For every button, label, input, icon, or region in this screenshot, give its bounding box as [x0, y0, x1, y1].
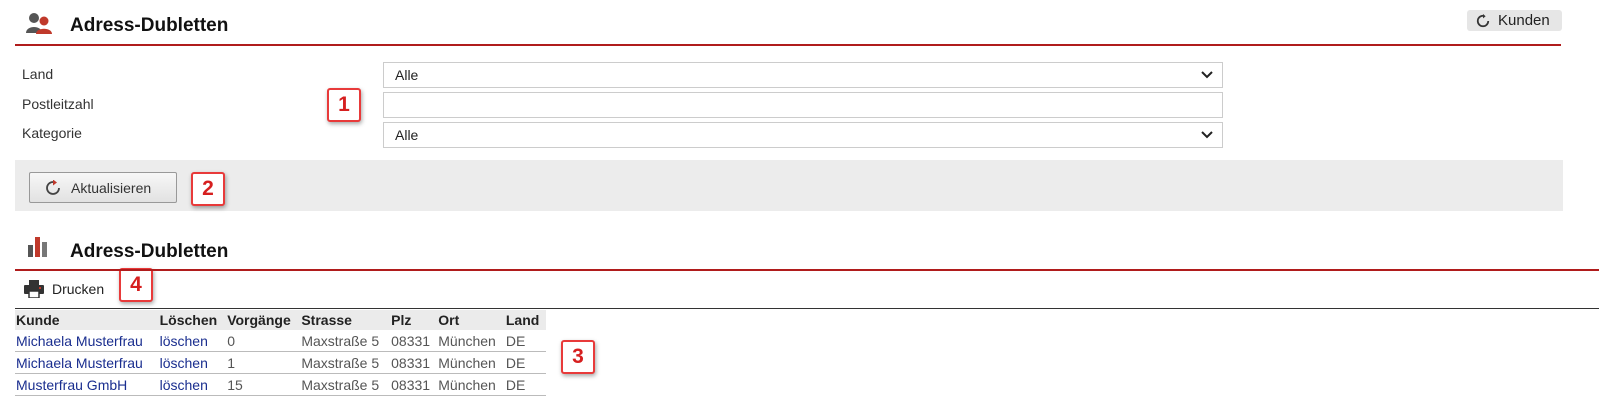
- kunden-button[interactable]: Kunden: [1467, 10, 1562, 31]
- header-divider: [15, 44, 1561, 46]
- chevron-down-icon: [1201, 131, 1213, 139]
- plz-cell: 08331: [390, 373, 438, 396]
- plz-label: Postleitzahl: [22, 96, 94, 112]
- vorgaenge-cell: 0: [226, 330, 301, 352]
- aktualisieren-label: Aktualisieren: [71, 179, 152, 196]
- kategorie-select[interactable]: Alle: [383, 122, 1223, 148]
- column-header-land: Land: [504, 310, 546, 330]
- callout-4: 4: [119, 268, 153, 302]
- column-header-vorgaenge: Vorgänge: [226, 310, 301, 330]
- callout-3: 3: [561, 340, 595, 374]
- vorgaenge-cell: 15: [226, 373, 301, 396]
- table-row: Musterfrau GmbH löschen 15 Maxstraße 5 0…: [15, 373, 546, 396]
- refresh-icon: [46, 179, 60, 195]
- chevron-down-icon: [1201, 71, 1213, 79]
- kategorie-select-value: Alle: [395, 127, 419, 143]
- land-cell: DE: [504, 330, 546, 352]
- table-row: Michaela Musterfrau löschen 0 Maxstraße …: [15, 330, 546, 352]
- duplicates-table: Kunde Löschen Vorgänge Strasse Plz Ort L…: [15, 310, 546, 396]
- plz-input[interactable]: [383, 92, 1223, 118]
- ort-cell: München: [437, 330, 505, 352]
- kunde-link[interactable]: Michaela Musterfrau: [15, 330, 159, 352]
- loeschen-link[interactable]: löschen: [158, 330, 227, 352]
- kunden-label: Kunden: [1498, 12, 1550, 29]
- plz-cell: 08331: [390, 351, 438, 374]
- strasse-cell: Maxstraße 5: [300, 373, 391, 396]
- kunde-link[interactable]: Michaela Musterfrau: [15, 351, 159, 374]
- column-header-kunde: Kunde: [15, 310, 159, 330]
- users-icon: [26, 13, 52, 34]
- toolbar-divider: [15, 308, 1599, 309]
- callout-2: 2: [191, 172, 225, 206]
- ort-cell: München: [437, 351, 505, 374]
- kategorie-label: Kategorie: [22, 125, 82, 141]
- drucken-button[interactable]: Drucken: [24, 280, 104, 298]
- table-header-row: Kunde Löschen Vorgänge Strasse Plz Ort L…: [15, 310, 546, 330]
- land-cell: DE: [504, 373, 546, 396]
- column-header-strasse: Strasse: [300, 310, 391, 330]
- plz-cell: 08331: [390, 330, 438, 352]
- vorgaenge-cell: 1: [226, 351, 301, 374]
- page-title: Adress-Dubletten: [70, 15, 229, 36]
- strasse-cell: Maxstraße 5: [300, 351, 391, 374]
- kunde-link[interactable]: Musterfrau GmbH: [15, 373, 159, 396]
- column-header-ort: Ort: [437, 310, 505, 330]
- land-select[interactable]: Alle: [383, 62, 1223, 88]
- loeschen-link[interactable]: löschen: [158, 373, 227, 396]
- land-cell: DE: [504, 351, 546, 374]
- ort-cell: München: [437, 373, 505, 396]
- results-divider: [15, 269, 1599, 271]
- printer-icon: [24, 280, 44, 298]
- loeschen-link[interactable]: löschen: [158, 351, 227, 374]
- bar-chart-icon: [28, 237, 47, 257]
- results-title: Adress-Dubletten: [70, 241, 229, 262]
- land-label: Land: [22, 66, 54, 82]
- callout-1: 1: [327, 88, 361, 122]
- table-row: Michaela Musterfrau löschen 1 Maxstraße …: [15, 351, 546, 374]
- land-select-value: Alle: [395, 67, 419, 83]
- strasse-cell: Maxstraße 5: [300, 330, 391, 352]
- refresh-icon: [1476, 13, 1490, 27]
- aktualisieren-button[interactable]: Aktualisieren: [29, 172, 177, 203]
- action-bar: [15, 160, 1563, 211]
- column-header-loeschen: Löschen: [158, 310, 227, 330]
- column-header-plz: Plz: [390, 310, 438, 330]
- drucken-label: Drucken: [52, 281, 105, 297]
